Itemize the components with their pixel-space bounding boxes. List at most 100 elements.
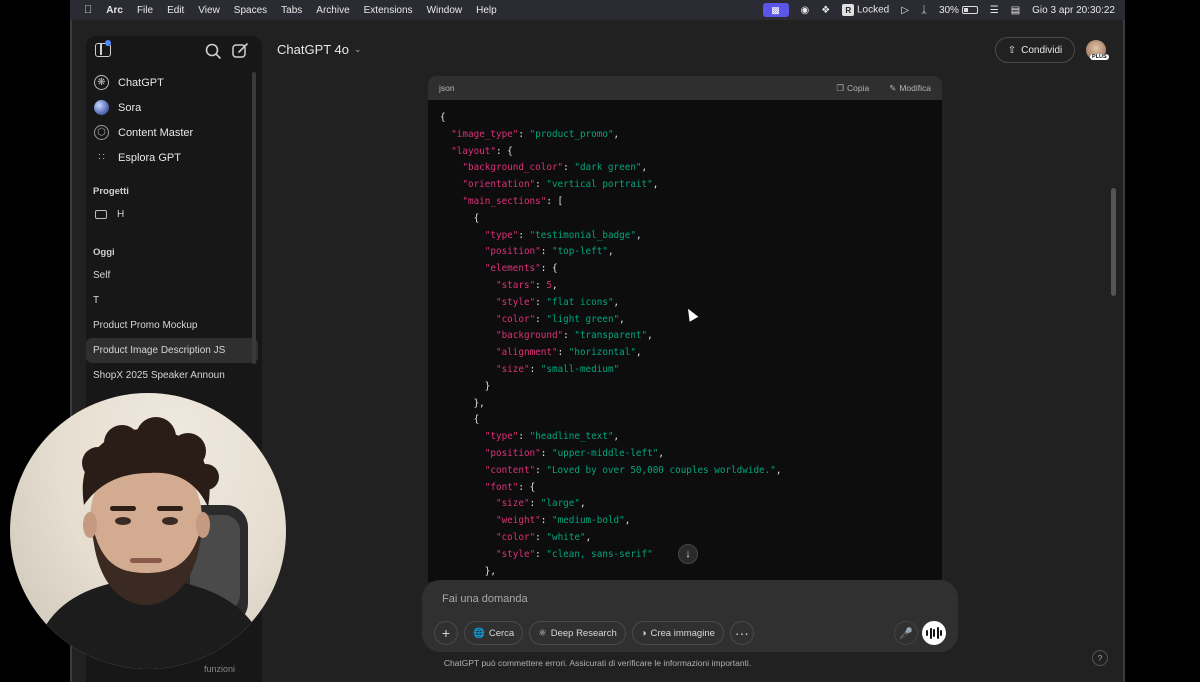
- project-item-h[interactable]: H: [86, 202, 258, 227]
- code-token: :: [540, 447, 552, 459]
- telescope-icon: ⚛: [538, 627, 547, 639]
- menu-window[interactable]: Window: [427, 5, 463, 16]
- code-token: "stars": [495, 279, 536, 291]
- search-label: Cerca: [488, 627, 515, 639]
- explore-grid-icon: ∷: [98, 152, 105, 163]
- code-line: "weight": "medium-bold",: [440, 513, 942, 530]
- menubar-clock[interactable]: Gio 3 apr 20:30:22: [1032, 5, 1115, 16]
- sidebar-gpt-chatgpt[interactable]: ❋ ChatGPT: [86, 70, 262, 95]
- copy-icon: ❐: [836, 82, 844, 93]
- search-icon[interactable]: [204, 42, 222, 60]
- vpn-icon[interactable]: ◉: [801, 5, 810, 16]
- more-tools-button[interactable]: ···: [729, 621, 754, 645]
- prompt-input[interactable]: Fai una domanda: [442, 593, 528, 605]
- sidebar-gpt-content-master[interactable]: ⬡ Content Master: [86, 120, 262, 145]
- code-line: "type": "headline_text",: [440, 429, 942, 446]
- sidebar-gpt-sora[interactable]: Sora: [86, 95, 262, 120]
- new-chat-icon[interactable]: [231, 42, 249, 60]
- screen-recording-indicator-icon[interactable]: ▩: [762, 3, 789, 17]
- chat-item[interactable]: T: [86, 288, 258, 313]
- menu-view[interactable]: View: [198, 5, 220, 16]
- edit-button[interactable]: ✎ Modifica: [889, 83, 931, 94]
- code-token: :: [535, 179, 547, 191]
- menu-file[interactable]: File: [137, 5, 153, 16]
- deep-research-button[interactable]: ⚛ Deep Research: [529, 621, 626, 645]
- notification-dot-icon: [105, 40, 111, 46]
- help-button[interactable]: ?: [1092, 650, 1108, 666]
- model-selector[interactable]: ChatGPT 4o ⌄: [277, 42, 362, 57]
- code-line: "stars": 5,: [440, 278, 942, 295]
- copy-label: Copia: [847, 83, 870, 93]
- chat-item[interactable]: ShopX 2025 Speaker Announ: [86, 363, 258, 388]
- menu-extensions[interactable]: Extensions: [364, 5, 413, 16]
- code-line: "position": "upper-middle-left",: [440, 446, 942, 463]
- code-token: "vertical portrait": [546, 179, 653, 191]
- code-token: {: [440, 414, 480, 426]
- share-button[interactable]: ⇧ Condividi: [995, 37, 1075, 63]
- code-line: },: [440, 396, 942, 413]
- code-token: :: [518, 128, 530, 140]
- code-token: ,: [613, 128, 620, 140]
- chat-item[interactable]: Self: [86, 263, 258, 288]
- apple-icon[interactable]: : [84, 4, 92, 16]
- menu-spaces[interactable]: Spaces: [234, 5, 267, 16]
- code-line: "type": "testimonial_badge",: [440, 228, 942, 245]
- menu-edit[interactable]: Edit: [167, 5, 184, 16]
- search-button[interactable]: 🌐 Cerca: [464, 621, 524, 645]
- code-line: "alignment": "horizontal",: [440, 345, 942, 362]
- code-token: :: [535, 279, 547, 291]
- code-line: "position": "top-left",: [440, 244, 942, 261]
- menu-app-name[interactable]: Arc: [106, 5, 123, 16]
- menu-tabs[interactable]: Tabs: [281, 5, 302, 16]
- battery-status[interactable]: 30%: [939, 5, 978, 16]
- code-language: json: [439, 83, 455, 93]
- wifi-icon[interactable]: ☰: [990, 5, 999, 16]
- bluetooth-icon[interactable]: ᛣ: [921, 5, 927, 16]
- locked-status[interactable]: R Locked: [842, 4, 889, 16]
- chat-item-active[interactable]: Product Image Description JS: [86, 338, 258, 363]
- code-token: },: [440, 397, 485, 409]
- create-image-button[interactable]: ◑ Crea immagine: [631, 621, 724, 645]
- sidebar-gpt-explore[interactable]: ∷ Esplora GPT: [86, 145, 262, 170]
- code-token: "product_promo": [529, 128, 614, 140]
- code-token: ,: [647, 330, 653, 342]
- code-token: "font": [484, 481, 519, 493]
- code-token: ,: [551, 279, 558, 291]
- voice-mode-button[interactable]: [922, 621, 946, 645]
- microphone-icon[interactable]: 🎤: [894, 621, 918, 645]
- code-token: "color": [495, 313, 536, 325]
- menu-archive[interactable]: Archive: [316, 5, 349, 16]
- menu-help[interactable]: Help: [476, 5, 497, 16]
- play-icon[interactable]: ▷: [901, 5, 909, 16]
- code-line: "font": {: [440, 480, 942, 497]
- code-token: ,: [775, 464, 782, 476]
- composer: Fai una domanda + 🌐 Cerca ⚛ Deep Research …: [422, 580, 958, 652]
- code-line: "size": "large",: [440, 496, 942, 513]
- chatgpt-icon: ❋: [94, 75, 109, 90]
- code-token: :: [535, 313, 547, 325]
- code-token: ,: [607, 246, 614, 258]
- copy-button[interactable]: ❐ Copia: [836, 83, 869, 94]
- sidebar-scrollbar[interactable]: [252, 72, 256, 364]
- control-center-icon[interactable]: ▤: [1011, 5, 1020, 16]
- locked-label: Locked: [856, 4, 890, 16]
- scroll-to-bottom-button[interactable]: ↓: [678, 544, 698, 564]
- arrow-down-icon: ↓: [685, 548, 691, 560]
- code-content[interactable]: { "image_type": "product_promo", "layout…: [428, 100, 942, 580]
- arc-status-icon[interactable]: ❖: [821, 5, 830, 16]
- r-badge-icon: R: [842, 4, 855, 16]
- chat-item[interactable]: Product Promo Mockup: [86, 313, 258, 338]
- code-token: "background_color": [462, 162, 564, 174]
- add-attachment-button[interactable]: +: [434, 621, 458, 645]
- code-token: "horizontal": [568, 347, 636, 359]
- code-token: :: [535, 531, 547, 543]
- code-token: "upper-middle-left": [551, 447, 659, 459]
- code-token: ,: [613, 431, 620, 443]
- main-scrollbar[interactable]: [1111, 188, 1116, 296]
